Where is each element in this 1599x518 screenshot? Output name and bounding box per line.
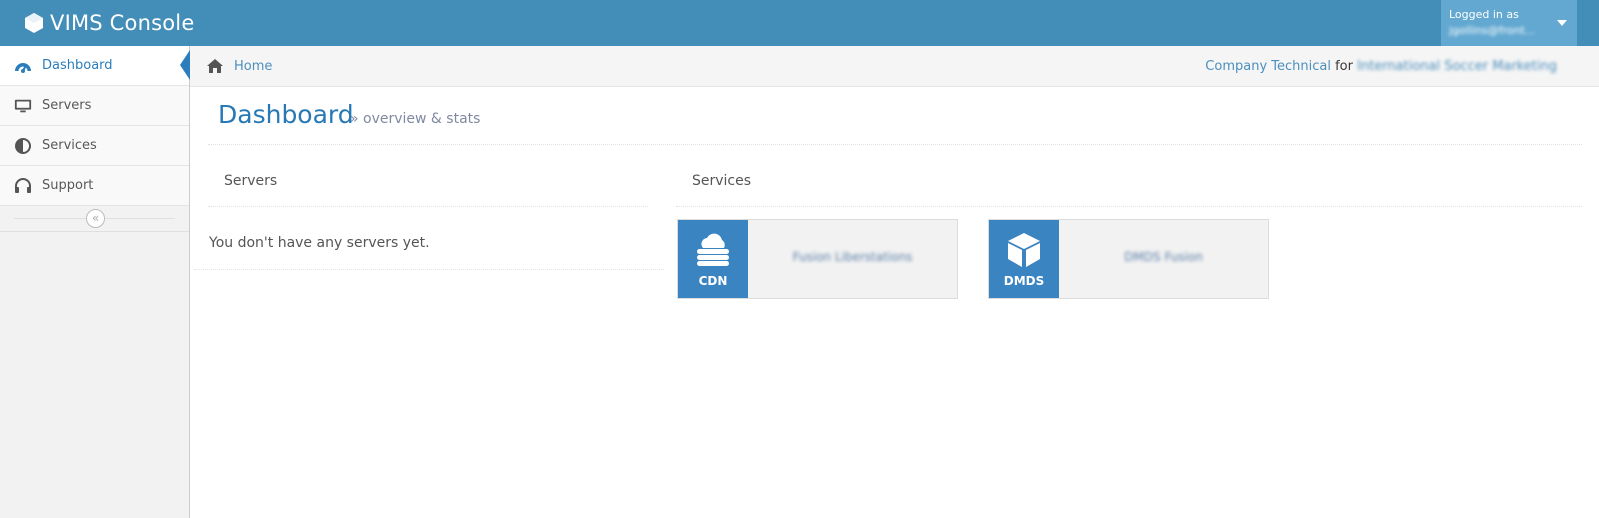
page-title: Dashboard [218,100,354,129]
service-tile-dmds[interactable]: DMDS DMDS Fusion [988,219,1269,299]
company-name[interactable]: Company Technical [1205,59,1331,74]
page-subtitle: » overview & stats [350,111,481,127]
divider [208,206,648,207]
sidebar-item-services[interactable]: Services [0,126,189,166]
for-label: for [1335,59,1353,74]
service-badge-label: CDN [698,274,728,288]
sidebar-item-label: Servers [42,98,92,113]
divider [208,144,1582,145]
services-widget-title: Services [692,173,752,189]
home-icon [207,59,223,73]
app-title: VIMS Console [50,11,195,35]
service-tile-cdn[interactable]: CDN Fusion Liberstations [677,219,958,299]
sidebar-item-support[interactable]: Support [0,166,189,206]
logged-in-label: Logged in as [1449,8,1519,21]
username: jgollins@front... [1449,24,1536,37]
cloud-server-icon [697,233,729,266]
service-badge-label: DMDS [1003,274,1045,288]
organization-name[interactable]: International Soccer Marketing [1357,59,1557,74]
adjust-icon [12,137,34,155]
breadcrumb-home-link[interactable]: Home [234,59,272,74]
service-badge: CDN [678,220,748,298]
caret-down-icon [1557,20,1567,26]
service-name: Fusion Liberstations [792,250,913,264]
sidebar-item-label: Dashboard [42,58,113,73]
company-info: Company Technical for International Socc… [1205,59,1557,74]
monitor-icon [12,97,34,115]
cube-icon [1008,233,1040,267]
servers-widget-title: Servers [224,173,278,189]
service-badge: DMDS [989,220,1059,298]
divider [194,269,664,270]
servers-empty-text: You don't have any servers yet. [209,235,430,251]
double-chevron-left-icon[interactable]: « [86,209,105,228]
cube-logo-icon [25,13,43,33]
brand[interactable]: VIMS Console [24,7,194,39]
sidebar-collapse-row: « [0,206,189,232]
sidebar-item-servers[interactable]: Servers [0,86,189,126]
sidebar: Dashboard Servers Services Support « [0,46,190,518]
dashboard-icon [12,57,34,75]
breadcrumb: Home Company Technical for International… [190,46,1599,87]
sidebar-item-dashboard[interactable]: Dashboard [0,46,190,86]
sidebar-item-label: Support [42,178,94,193]
sidebar-item-label: Services [42,138,97,153]
headset-icon [12,177,34,195]
top-navbar: VIMS Console Logged in as jgollins@front… [0,0,1599,46]
divider [676,206,1582,207]
user-menu[interactable]: Logged in as jgollins@front... [1441,0,1577,46]
service-name: DMDS Fusion [1124,250,1203,264]
